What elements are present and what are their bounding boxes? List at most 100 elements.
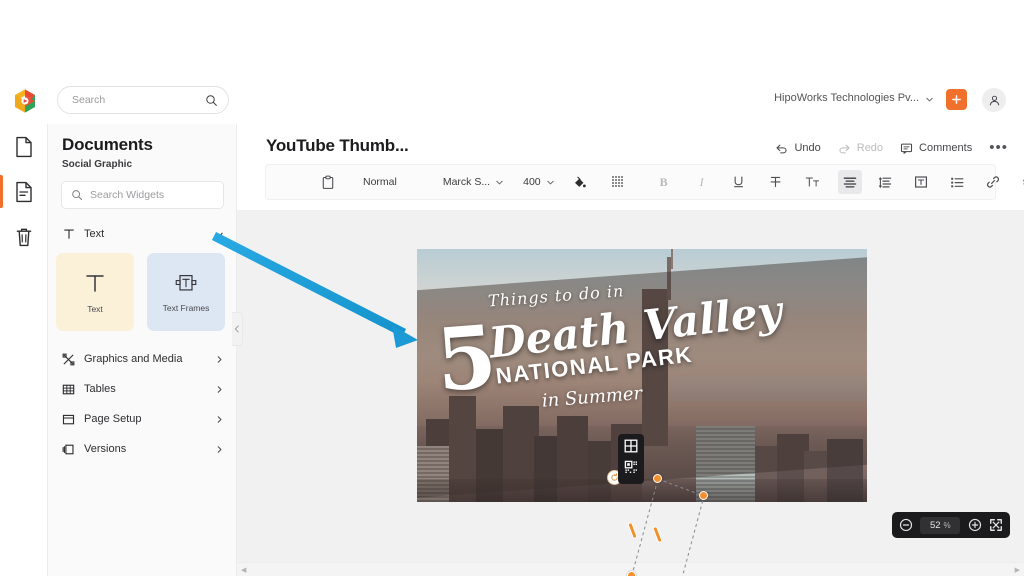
font-family-dropdown[interactable]: Marck S... — [440, 170, 507, 194]
sidebar-item-documents[interactable] — [0, 124, 48, 169]
selection-handle-left-edge[interactable] — [627, 521, 638, 540]
text-frame-icon — [175, 274, 197, 291]
crop-frame-button[interactable] — [624, 460, 638, 479]
document-title[interactable]: YouTube Thumb... — [266, 136, 409, 156]
chevron-right-icon[interactable] — [215, 385, 224, 394]
account-button[interactable] — [982, 88, 1006, 112]
widget-section-tables-label: Tables — [84, 383, 116, 395]
page-with-lines-icon — [16, 181, 32, 202]
font-size-value: 400 — [523, 176, 541, 188]
paragraph-style-value: Normal — [363, 176, 397, 188]
grid-layout-button[interactable] — [624, 439, 638, 458]
canvas-horizontal-scrollbar[interactable]: ◀ ▶ — [237, 562, 1024, 576]
bullet-list-button[interactable] — [945, 170, 969, 194]
global-search-input[interactable]: Search — [72, 94, 205, 106]
line-spacing-button[interactable] — [873, 170, 897, 194]
add-new-button[interactable] — [946, 89, 967, 110]
text-case-button[interactable] — [801, 170, 825, 194]
main-area: YouTube Thumb... Undo Redo Comments ••• … — [237, 124, 1024, 576]
organization-name[interactable]: HipoWorks Technologies Pv... — [774, 92, 919, 104]
widget-card-text[interactable]: Text — [56, 253, 134, 331]
page-setup-icon — [61, 413, 76, 426]
italic-button[interactable]: I — [690, 170, 714, 194]
widget-search-input[interactable]: Search Widgets — [61, 181, 224, 209]
versions-icon — [61, 443, 76, 456]
more-options-button[interactable]: ••• — [989, 140, 1008, 155]
widget-section-versions[interactable]: Versions — [61, 439, 224, 459]
global-search[interactable]: Search — [57, 86, 229, 114]
widget-section-page-setup-label: Page Setup — [84, 413, 142, 425]
strikethrough-icon — [770, 176, 781, 188]
comments-button[interactable]: Comments — [900, 142, 972, 155]
widget-section-graphics-and-media[interactable]: Graphics and Media — [61, 349, 224, 369]
chevron-down-icon — [546, 180, 554, 184]
selection-handle-left-mid[interactable] — [652, 525, 663, 544]
arrange-layers-button[interactable] — [1017, 170, 1024, 194]
font-size-dropdown[interactable]: 400 — [520, 170, 558, 194]
comments-label: Comments — [919, 142, 973, 154]
widget-card-text-frames[interactable]: Text Frames — [147, 253, 225, 331]
chevron-down-icon — [496, 180, 503, 184]
bold-B-icon: B — [659, 174, 668, 189]
chevron-right-icon[interactable] — [215, 445, 224, 454]
minus-circle-icon[interactable] — [899, 518, 913, 532]
chevron-left-icon — [234, 325, 239, 333]
text-box-button[interactable] — [909, 170, 933, 194]
line-spacing-icon — [878, 176, 891, 188]
zoho-show-logo-icon — [15, 89, 35, 113]
chevron-down-icon[interactable] — [925, 95, 934, 104]
paste-button[interactable] — [316, 170, 340, 194]
undo-arrow-icon — [776, 144, 788, 153]
texture-fill-button[interactable] — [606, 170, 630, 194]
grid-icon — [624, 439, 638, 453]
align-center-icon — [843, 177, 856, 188]
undo-label: Undo — [794, 142, 821, 154]
search-icon — [206, 94, 217, 106]
chevron-down-icon[interactable] — [215, 230, 224, 239]
fit-screen-icon[interactable] — [989, 518, 1003, 532]
panel-collapse-handle[interactable] — [232, 312, 243, 346]
text-T-icon — [86, 274, 104, 292]
chevron-right-icon[interactable] — [215, 415, 224, 424]
title-line-4: in Summer — [540, 382, 643, 412]
zoom-value-field[interactable]: 52 % — [920, 516, 961, 534]
fill-color-button[interactable] — [568, 170, 592, 194]
bold-button[interactable]: B — [652, 170, 676, 194]
redo-arrow-icon — [839, 144, 850, 153]
underline-button[interactable] — [727, 170, 751, 194]
strikethrough-button[interactable] — [764, 170, 788, 194]
artboard-title-block[interactable]: Things to do in 5 Death Valley NATIONAL … — [432, 269, 797, 478]
font-family-value: Marck S... — [442, 176, 491, 188]
panel-title: Documents — [62, 135, 153, 154]
panel-subtitle: Social Graphic — [62, 159, 133, 170]
sidebar-item-pages[interactable] — [0, 169, 48, 214]
redo-button[interactable]: Redo — [838, 142, 883, 155]
insert-link-button[interactable] — [981, 170, 1005, 194]
sidebar-item-trash[interactable] — [0, 214, 48, 259]
zoom-value: 52 — [929, 519, 941, 531]
scroll-right-arrow[interactable]: ▶ — [1015, 566, 1020, 574]
comment-bubble-icon — [901, 143, 913, 154]
halftone-pattern-icon — [611, 176, 623, 187]
document-actions: Undo Redo Comments ••• — [775, 138, 1008, 158]
widget-search-placeholder: Search Widgets — [90, 189, 165, 201]
widget-section-text[interactable]: Text — [61, 224, 224, 244]
undo-button[interactable]: Undo — [775, 142, 821, 155]
chevron-right-icon[interactable] — [215, 355, 224, 364]
widget-section-page-setup[interactable]: Page Setup — [61, 409, 224, 429]
widget-card-text-frames-label: Text Frames — [162, 302, 210, 313]
format-toolbar: Normal Marck S... 400 B I — [265, 164, 1024, 200]
trash-icon — [16, 228, 32, 246]
italic-I-icon: I — [699, 174, 704, 189]
app-logo[interactable] — [12, 88, 38, 114]
crop-frame-icon — [624, 460, 637, 473]
zoom-control: 52 % — [892, 512, 1010, 538]
widget-section-tables[interactable]: Tables — [61, 379, 224, 399]
align-button[interactable] — [837, 170, 862, 194]
widget-section-graphics-label: Graphics and Media — [84, 353, 183, 365]
paragraph-style-dropdown[interactable]: Normal — [360, 170, 400, 194]
table-grid-icon — [61, 383, 76, 396]
canvas-area[interactable]: Things to do in 5 Death Valley NATIONAL … — [237, 210, 1024, 576]
scroll-left-arrow[interactable]: ◀ — [241, 566, 246, 574]
plus-circle-icon[interactable] — [968, 518, 982, 532]
